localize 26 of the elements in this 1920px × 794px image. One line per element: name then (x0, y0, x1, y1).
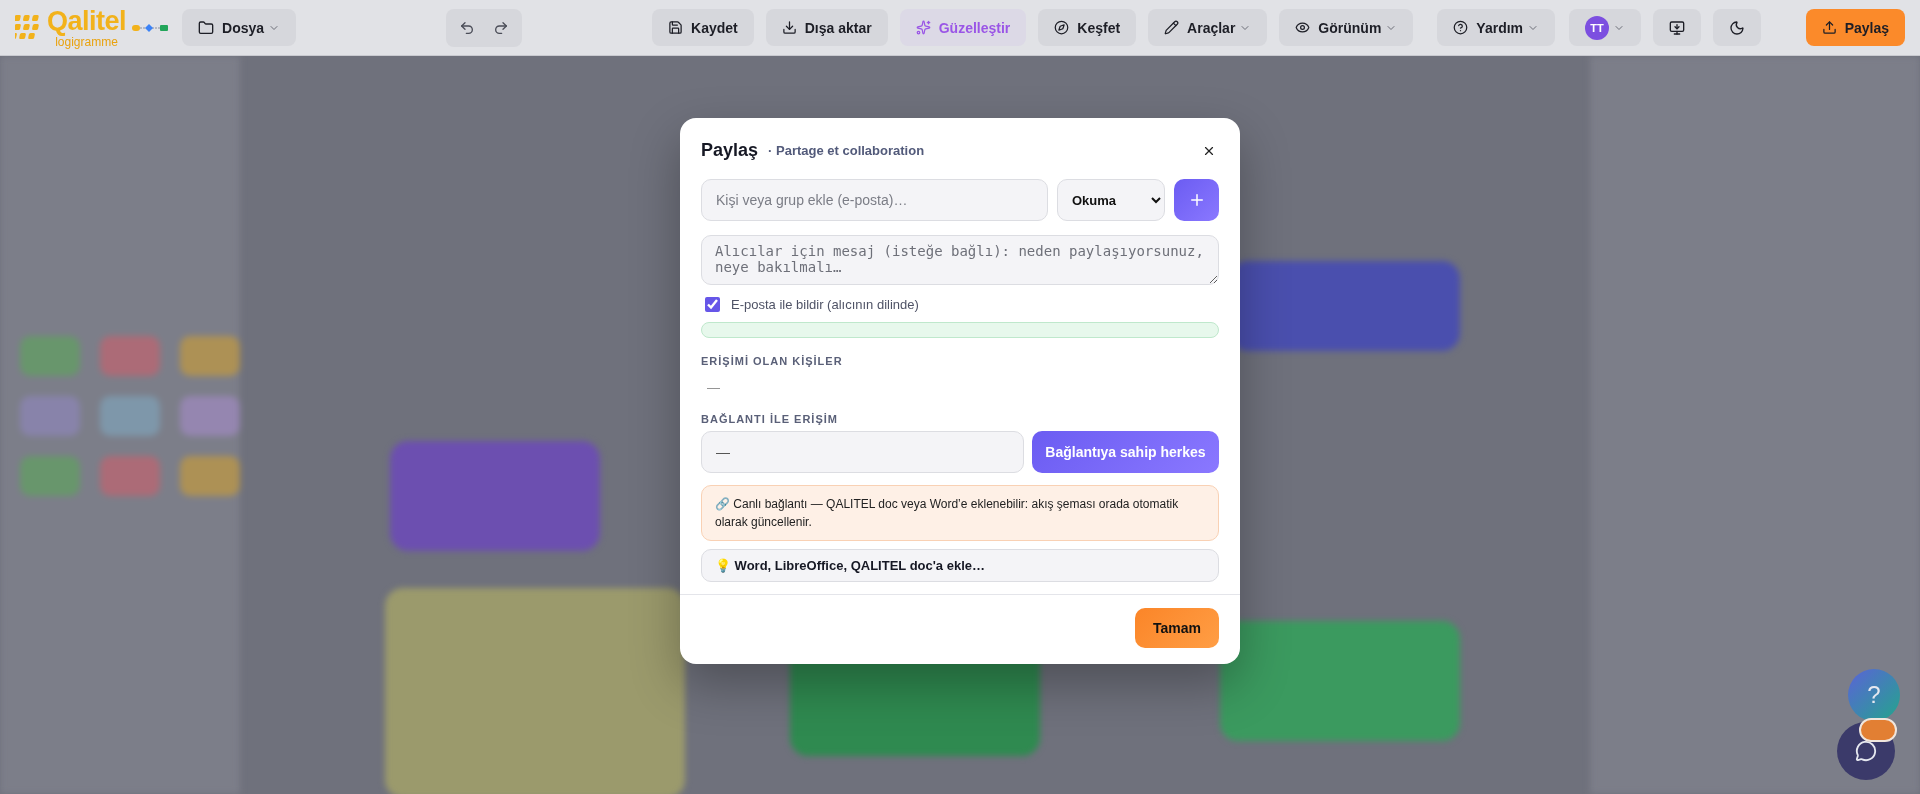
share-button[interactable]: Paylaş (1805, 9, 1905, 46)
tools-button[interactable]: Araçlar (1148, 9, 1268, 46)
export-button[interactable]: Dışa aktar (765, 9, 888, 46)
live-link-note: 🔗 Canlı bağlantı — QALITEL doc veya Word’e eklenebilir: akış şeması orada otomatik olarak güncellenir. (701, 485, 1219, 541)
role-select[interactable]: Okuma (1057, 179, 1165, 221)
view-button[interactable]: Görünüm (1279, 9, 1414, 46)
notify-label: E-posta ile bildir (alıcının dilinde) (731, 297, 919, 312)
save-button[interactable]: Kaydet (652, 9, 754, 46)
dialog-subtitle: · Partage et collaboration (768, 143, 925, 158)
invite-input-field[interactable]: Kişi veya grup ekle (e-posta)… (701, 179, 1048, 221)
section-heading: ERİŞİMİ OLAN KİŞİLER (701, 355, 844, 367)
message-input-field[interactable]: Alıcılar için mesaj (isteğe bağlı): neden paylaşıyorsunuz, neye bakılmalı… (701, 235, 1219, 285)
help-menu-button[interactable]: Yardım (1437, 9, 1556, 46)
dialog-title: Paylaş (701, 140, 759, 161)
user-avatar: TT (1585, 15, 1610, 40)
link-access-button[interactable]: Bağlantıya sahip herkes (1032, 431, 1219, 473)
logo-wordmark: Qalitel (47, 7, 127, 35)
section-heading: BAĞLANTI İLE ERİŞİM (701, 413, 839, 425)
explore-button[interactable]: Keşfet (1038, 9, 1137, 46)
ok-button[interactable]: Tamam (1135, 608, 1219, 648)
file-menu-button[interactable]: Dosya (182, 9, 297, 46)
logo-subtitle: logigramme (55, 35, 118, 48)
link-input-field[interactable]: — (701, 431, 1024, 473)
user-menu-button[interactable]: TT (1569, 9, 1642, 46)
embed-tip[interactable]: 💡 Word, LibreOffice, QALITEL doc'a ekle… (701, 549, 1219, 582)
empty-people-text: — (707, 380, 721, 395)
